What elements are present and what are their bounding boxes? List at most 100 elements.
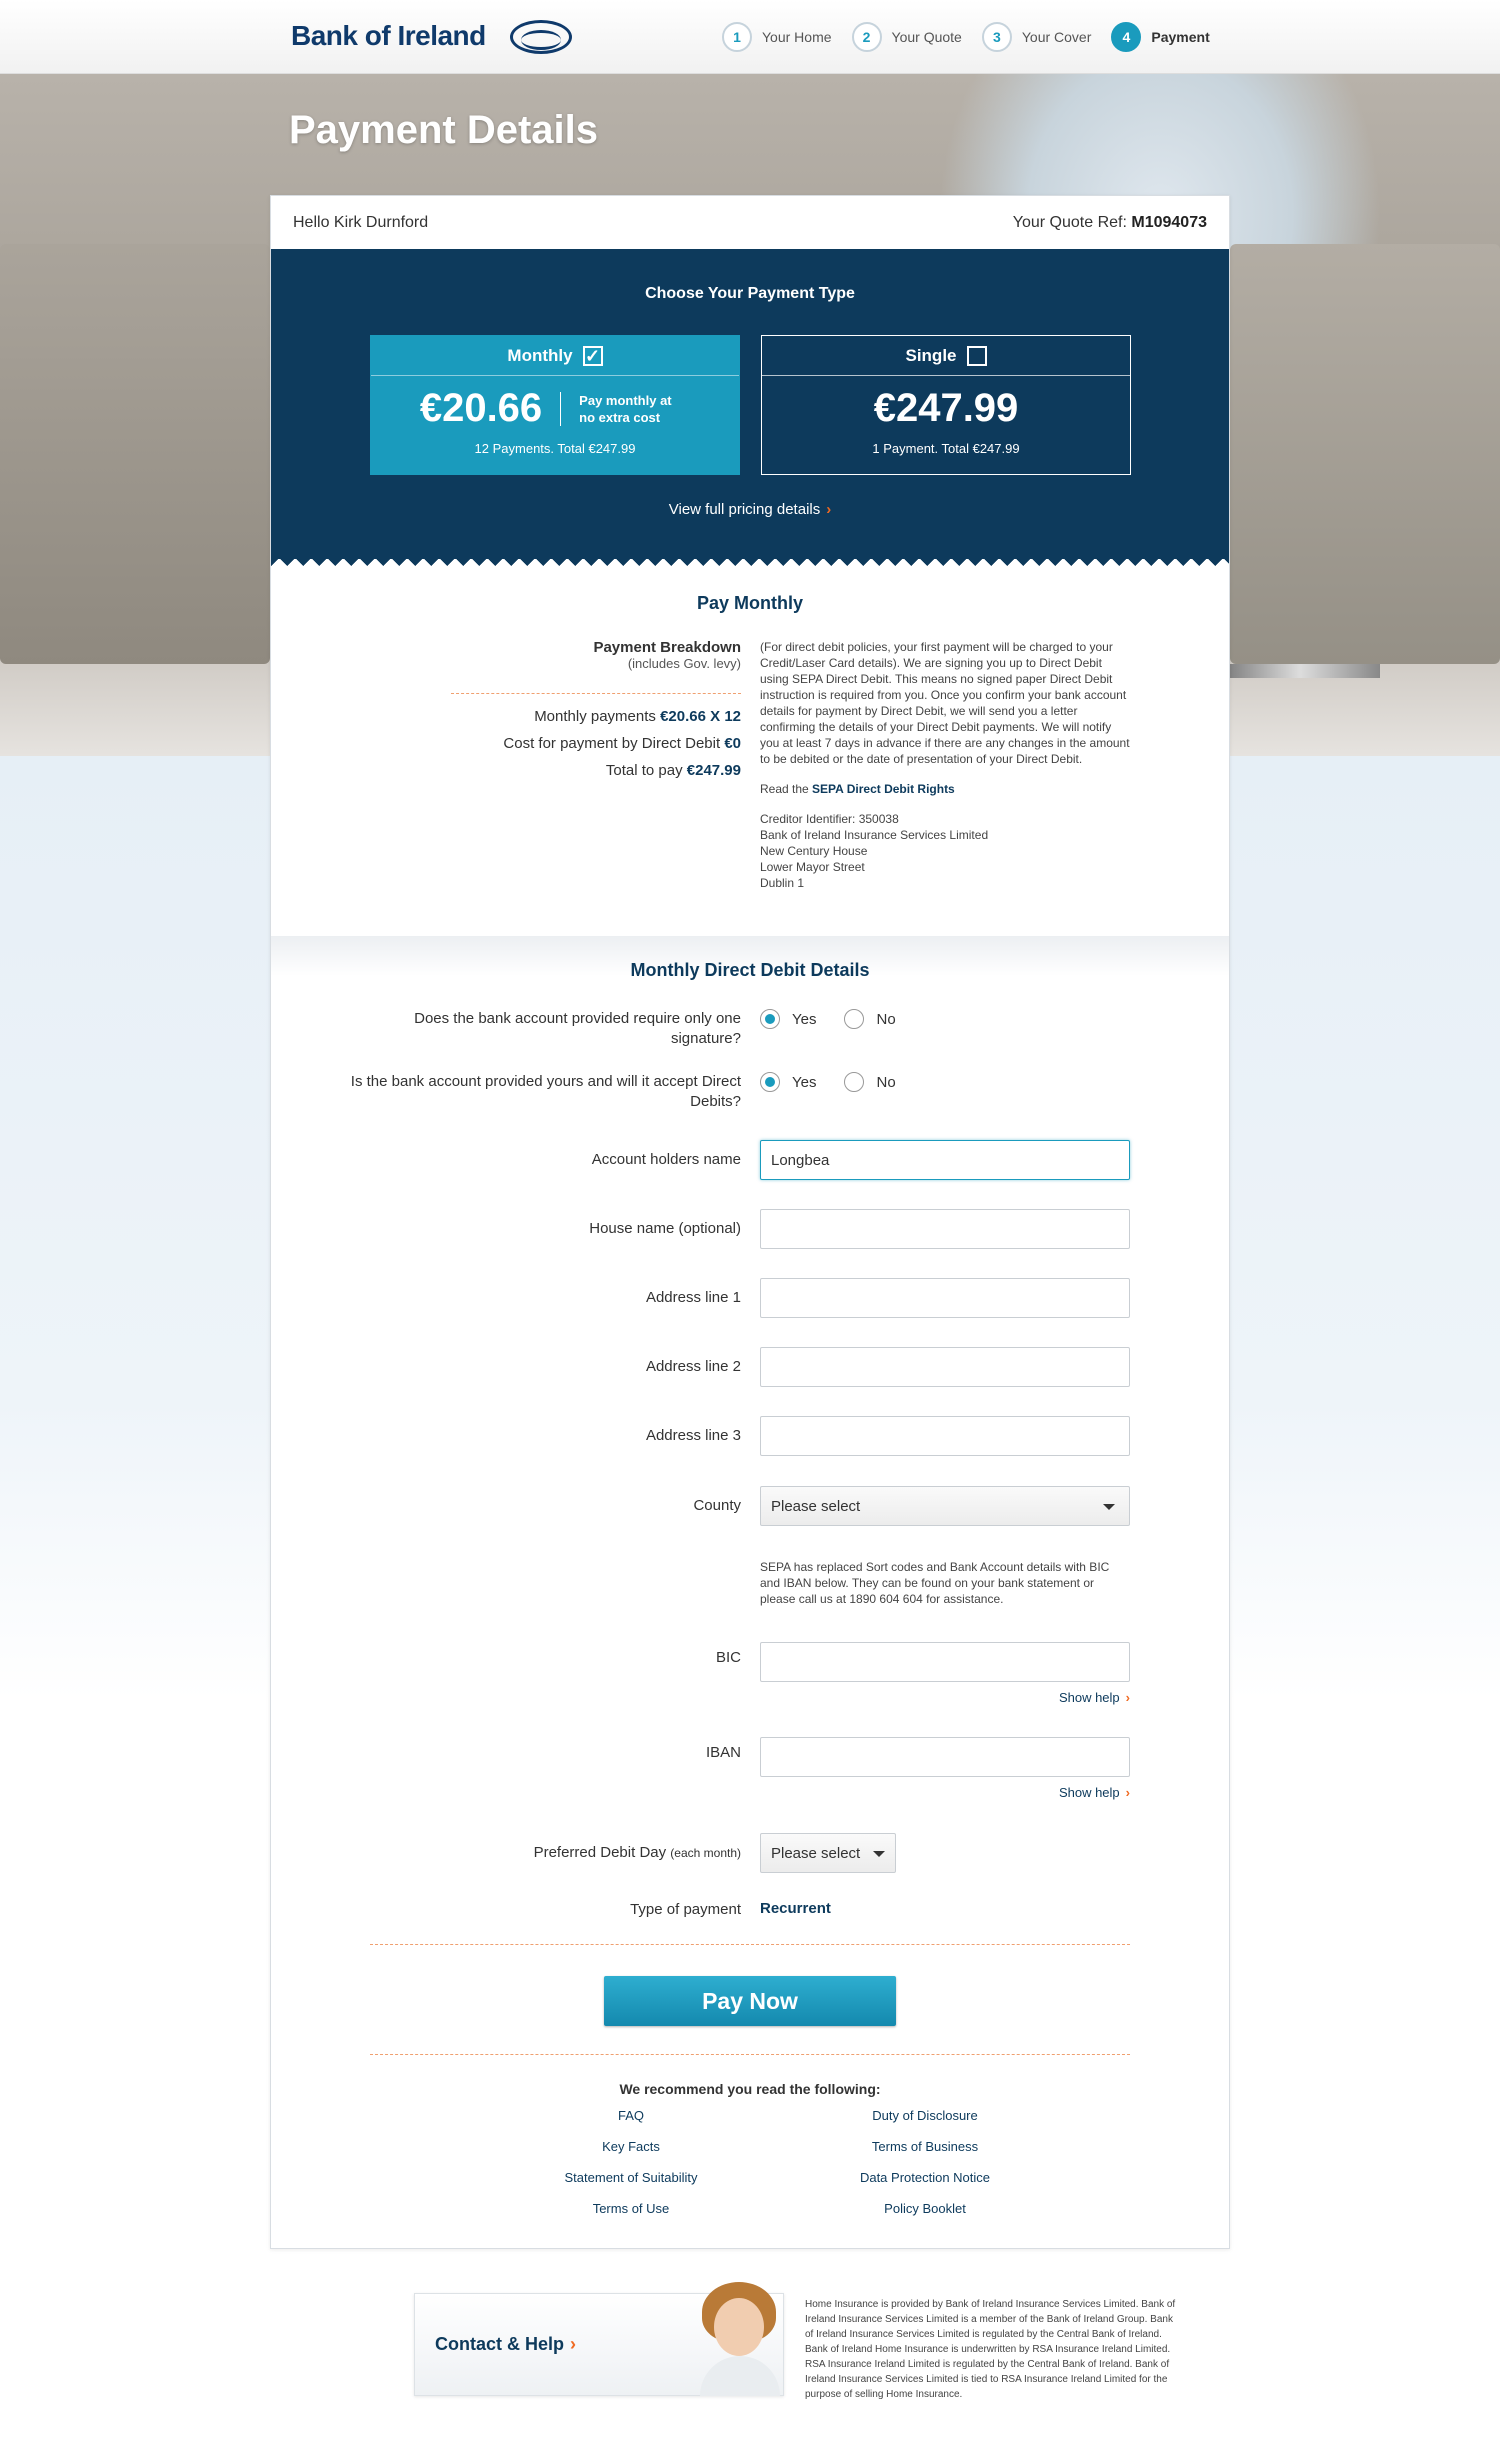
breakdown-heading: Payment Breakdown bbox=[593, 639, 741, 656]
account-holder-label: Account holders name bbox=[591, 1151, 741, 1168]
sepa-rights-link[interactable]: SEPA Direct Debit Rights bbox=[812, 782, 955, 796]
chevron-right-icon: › bbox=[1125, 1690, 1130, 1705]
step-number: 1 bbox=[722, 22, 752, 52]
radio-label-no: No bbox=[876, 1010, 896, 1028]
debit-day-select-value: Please select bbox=[771, 1844, 861, 1862]
single-label: Single bbox=[905, 345, 957, 365]
monthly-sub: 12 Payments. Total €247.99 bbox=[474, 441, 636, 456]
account-holder-input[interactable] bbox=[760, 1140, 1130, 1180]
accept-dd-yes-radio[interactable] bbox=[760, 1072, 780, 1092]
one-signature-label: Does the bank account provided require o… bbox=[414, 1010, 741, 1047]
direct-debit-title: Monthly Direct Debit Details bbox=[630, 960, 870, 980]
debit-day-label-text: Preferred Debit Day bbox=[533, 1844, 667, 1861]
sepa-rights-line: Read the SEPA Direct Debit Rights bbox=[760, 781, 1130, 797]
pay-now-button[interactable]: Pay Now bbox=[604, 1976, 896, 2026]
creditor-line: New Century House bbox=[760, 844, 868, 858]
dotted-divider bbox=[370, 2054, 1130, 2055]
full-pricing-link[interactable]: View full pricing details › bbox=[271, 501, 1229, 518]
creditor-line: Lower Mayor Street bbox=[760, 860, 865, 874]
top-bar: Bank of Ireland 1 Your Home 2 Your Quote… bbox=[0, 0, 1500, 74]
debit-day-label: Preferred Debit Day (each month) bbox=[341, 1843, 741, 1863]
step-your-cover[interactable]: 3 Your Cover bbox=[981, 22, 1091, 52]
debit-day-label-small: (each month) bbox=[670, 1846, 741, 1860]
breakdown-subheading: (includes Gov. levy) bbox=[627, 656, 741, 671]
data-protection-notice-link[interactable]: Data Protection Notice bbox=[775, 2168, 1075, 2199]
bic-show-help-link[interactable]: Show help › bbox=[760, 1690, 1130, 1705]
address1-input[interactable] bbox=[760, 1278, 1130, 1318]
radio-label-yes: Yes bbox=[792, 1073, 817, 1091]
monthly-price: €20.66 bbox=[419, 386, 543, 430]
one-signature-yes-radio[interactable] bbox=[760, 1009, 780, 1029]
monthly-label: Monthly bbox=[507, 345, 573, 365]
single-sub: 1 Payment. Total €247.99 bbox=[872, 441, 1020, 456]
step-your-home[interactable]: 1 Your Home bbox=[722, 22, 832, 52]
show-help-label: Show help bbox=[1058, 1690, 1120, 1705]
card-header: Hello Kirk Durnford Your Quote Ref: M109… bbox=[271, 196, 1229, 249]
contact-help-box[interactable]: Contact & Help › bbox=[414, 2282, 784, 2396]
monthly-checkbox[interactable]: ✓ bbox=[582, 345, 603, 366]
sofa-leg bbox=[1220, 664, 1380, 678]
radio-label-no: No bbox=[876, 1073, 896, 1091]
direct-debit-info: (For direct debit policies, your first p… bbox=[760, 639, 1130, 891]
page-title: Payment Details bbox=[289, 108, 599, 152]
breakdown-value: €20.66 X 12 bbox=[660, 708, 741, 725]
address2-input[interactable] bbox=[760, 1347, 1130, 1387]
bic-input[interactable] bbox=[760, 1642, 1130, 1682]
breakdown-label: Monthly payments bbox=[534, 708, 656, 725]
support-agent-avatar bbox=[700, 2282, 780, 2396]
dotted-divider bbox=[370, 1944, 1130, 1945]
show-help-label: Show help bbox=[1058, 1785, 1120, 1800]
avatar-body bbox=[700, 2356, 780, 2396]
breakdown-label: Cost for payment by Direct Debit bbox=[503, 735, 721, 752]
house-name-input[interactable] bbox=[760, 1209, 1130, 1249]
sepa-note: SEPA has replaced Sort codes and Bank Ac… bbox=[760, 1560, 1110, 1606]
single-option-header: Single bbox=[762, 336, 1130, 376]
iban-label: IBAN bbox=[705, 1744, 741, 1761]
breakdown-row: Cost for payment by Direct Debit €0 bbox=[451, 735, 741, 752]
step-number: 3 bbox=[981, 22, 1012, 52]
address2-label: Address line 2 bbox=[645, 1358, 741, 1375]
statement-of-suitability-link[interactable]: Statement of Suitability bbox=[481, 2168, 781, 2199]
iban-input[interactable] bbox=[760, 1737, 1130, 1777]
accept-dd-label: Is the bank account provided yours and w… bbox=[350, 1073, 741, 1110]
creditor-details: Creditor Identifier: 350038 Bank of Irel… bbox=[760, 811, 1130, 891]
single-option[interactable]: Single €247.99 1 Payment. Total €247.99 bbox=[761, 335, 1131, 475]
zigzag-divider bbox=[271, 550, 1229, 566]
chevron-right-icon: › bbox=[570, 2334, 577, 2354]
breakdown-row: Monthly payments €20.66 X 12 bbox=[451, 708, 741, 725]
read-prefix: Read the bbox=[760, 782, 809, 796]
quote-ref: Your Quote Ref: M1094073 bbox=[1013, 214, 1207, 232]
breakdown-label: Total to pay bbox=[605, 762, 683, 779]
progress-steps: 1 Your Home 2 Your Quote 3 Your Cover 4 … bbox=[722, 22, 1230, 52]
accept-dd-no-radio[interactable] bbox=[844, 1072, 865, 1092]
address3-label: Address line 3 bbox=[645, 1427, 741, 1444]
monthly-option-header: Monthly ✓ bbox=[371, 336, 739, 376]
terms-of-business-link[interactable]: Terms of Business bbox=[775, 2137, 1075, 2168]
bank-logo-icon[interactable] bbox=[510, 20, 572, 54]
sofa-cushion-left bbox=[0, 244, 270, 664]
step-payment: 4 Payment bbox=[1111, 22, 1210, 52]
debit-day-select[interactable]: Please select bbox=[760, 1833, 896, 1873]
terms-of-use-link[interactable]: Terms of Use bbox=[481, 2199, 781, 2230]
key-facts-link[interactable]: Key Facts bbox=[481, 2137, 781, 2168]
caret-down-icon bbox=[873, 1851, 885, 1857]
faq-link[interactable]: FAQ bbox=[481, 2106, 781, 2137]
address3-input[interactable] bbox=[760, 1416, 1130, 1456]
quote-ref-label: Your Quote Ref: bbox=[1012, 213, 1127, 231]
monthly-option[interactable]: Monthly ✓ €20.66 Pay monthly at no extra… bbox=[370, 335, 740, 475]
iban-show-help-link[interactable]: Show help › bbox=[760, 1785, 1130, 1800]
single-checkbox[interactable] bbox=[966, 345, 987, 366]
payment-type-panel: Choose Your Payment Type Monthly ✓ €20.6… bbox=[271, 249, 1229, 559]
policy-booklet-link[interactable]: Policy Booklet bbox=[775, 2199, 1075, 2230]
step-number: 4 bbox=[1111, 22, 1142, 52]
step-label: Payment bbox=[1151, 29, 1210, 45]
breakdown-value: €0 bbox=[724, 735, 741, 752]
bank-logo-text[interactable]: Bank of Ireland bbox=[291, 20, 486, 52]
one-signature-no-radio[interactable] bbox=[844, 1009, 865, 1029]
duty-of-disclosure-link[interactable]: Duty of Disclosure bbox=[775, 2106, 1075, 2137]
step-your-quote[interactable]: 2 Your Quote bbox=[851, 22, 962, 52]
recommend-title: We recommend you read the following: bbox=[619, 2081, 881, 2097]
quote-ref-value: M1094073 bbox=[1131, 213, 1207, 231]
monthly-note: Pay monthly at no extra cost bbox=[560, 391, 690, 426]
county-select[interactable]: Please select bbox=[760, 1486, 1130, 1526]
